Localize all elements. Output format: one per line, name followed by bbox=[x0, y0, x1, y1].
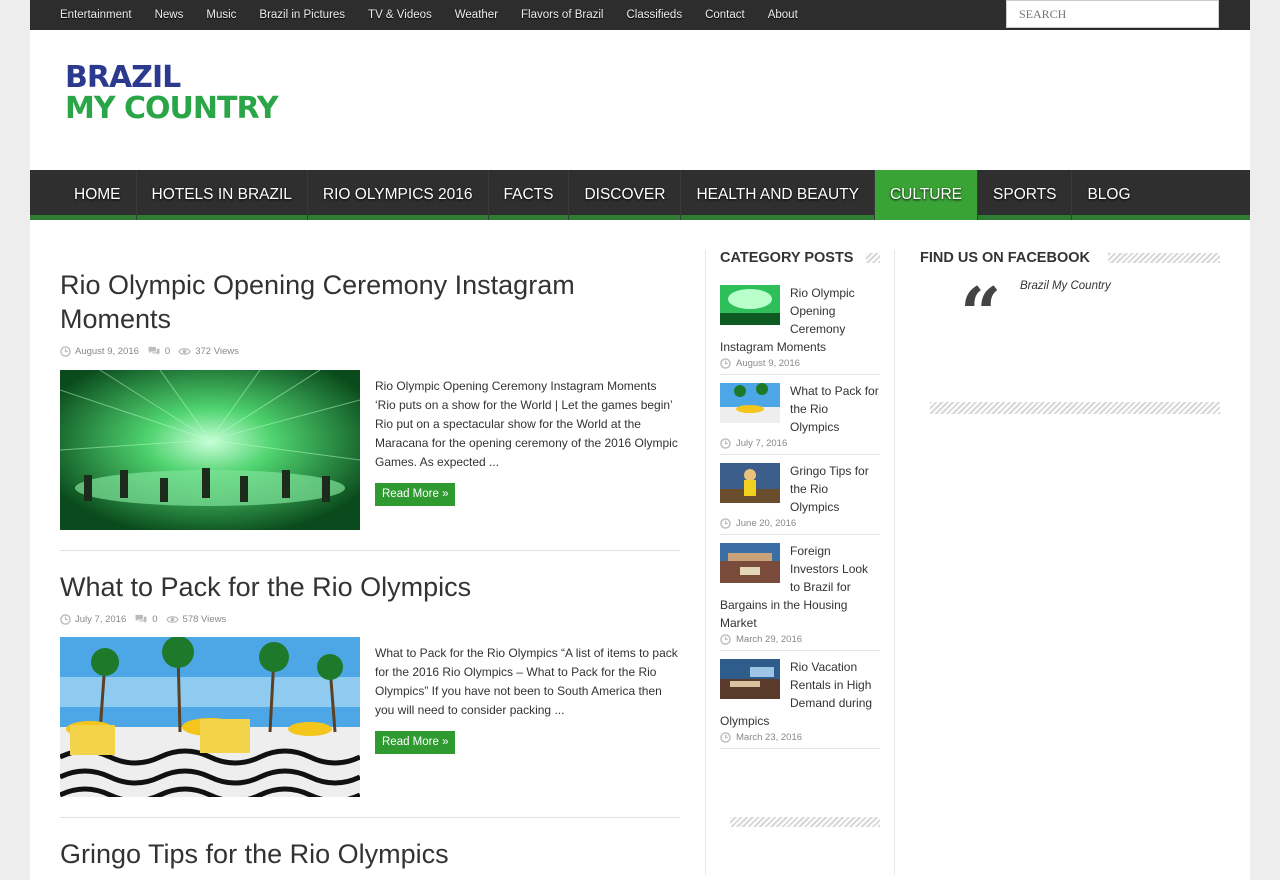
clock-icon bbox=[720, 518, 731, 529]
top-link-weather[interactable]: Weather bbox=[455, 9, 498, 21]
clock-icon bbox=[60, 345, 71, 357]
clock-icon bbox=[720, 438, 731, 449]
post-meta: August 9, 2016 0 372 Views bbox=[60, 344, 680, 358]
title-stripes bbox=[866, 253, 880, 263]
facebook-widget: FIND US ON FACEBOOK “ Brazil My Country bbox=[920, 250, 1220, 414]
nav-item-home[interactable]: HOME bbox=[59, 170, 137, 220]
main-nav: HOME HOTELS IN BRAZIL RIO OLYMPICS 2016 … bbox=[30, 170, 1250, 220]
top-link-classifieds[interactable]: Classifieds bbox=[626, 9, 682, 21]
post-thumbnail-opening-ceremony[interactable] bbox=[60, 370, 360, 530]
nav-item-discover[interactable]: DISCOVER bbox=[569, 170, 682, 220]
post-thumbnail-beach[interactable] bbox=[60, 637, 360, 797]
category-post-date: March 29, 2016 bbox=[720, 634, 880, 645]
top-link-news[interactable]: News bbox=[155, 9, 184, 21]
nav-item-blog[interactable]: BLOG bbox=[1072, 170, 1145, 220]
site-logo[interactable]: BRAZIL MY COUNTRY bbox=[65, 62, 310, 132]
category-post-thumbnail[interactable] bbox=[720, 463, 780, 503]
nav-item-facts[interactable]: FACTS bbox=[489, 170, 570, 220]
eye-icon bbox=[165, 615, 179, 623]
nav-item-rio-olympics-2016[interactable]: RIO OLYMPICS 2016 bbox=[308, 170, 489, 220]
comments-icon bbox=[135, 614, 147, 623]
category-post-thumbnail[interactable] bbox=[720, 285, 780, 325]
category-post-item: Gringo Tips for the Rio Olympics June 20… bbox=[720, 462, 880, 535]
category-post-item: Rio Vacation Rentals in High Demand duri… bbox=[720, 658, 880, 749]
category-post-item: Rio Olympic Opening Ceremony Instagram M… bbox=[720, 284, 880, 375]
top-link-entertainment[interactable]: Entertainment bbox=[60, 9, 132, 21]
nav-item-health-and-beauty[interactable]: HEALTH AND BEAUTY bbox=[681, 170, 875, 220]
category-post-item: Foreign Investors Look to Brazil for Bar… bbox=[720, 542, 880, 651]
logo-line-1: BRAZIL bbox=[65, 60, 181, 95]
clock-icon bbox=[720, 732, 731, 743]
facebook-page-name[interactable]: Brazil My Country bbox=[1020, 280, 1111, 292]
post-meta: July 7, 2016 0 578 Views bbox=[60, 612, 680, 626]
widget-bottom-stripes bbox=[930, 402, 1220, 414]
post-excerpt: What to Pack for the Rio Olympics “A lis… bbox=[375, 646, 678, 717]
quote-icon: “ bbox=[960, 271, 1002, 356]
search-box bbox=[1006, 0, 1219, 28]
post-views: 372 Views bbox=[178, 346, 239, 357]
top-link-flavors-of-brazil[interactable]: Flavors of Brazil bbox=[521, 9, 603, 21]
page: Entertainment News Music Brazil in Pictu… bbox=[30, 0, 1250, 880]
post-comments[interactable]: 0 bbox=[147, 346, 170, 357]
category-posts-widget: CATEGORY POSTS Rio Olympic Opening Cerem… bbox=[705, 250, 895, 875]
post-excerpt: Rio Olympic Opening Ceremony Instagram M… bbox=[375, 379, 678, 469]
top-links: Entertainment News Music Brazil in Pictu… bbox=[60, 0, 821, 30]
nav-item-culture[interactable]: CULTURE bbox=[874, 170, 979, 220]
clock-icon bbox=[60, 613, 71, 625]
post-item: What to Pack for the Rio Olympics July 7… bbox=[60, 570, 680, 626]
post-title[interactable]: Rio Olympic Opening Ceremony Instagram M… bbox=[60, 268, 680, 336]
category-post-thumbnail[interactable] bbox=[720, 659, 780, 699]
read-more-button[interactable]: Read More » bbox=[375, 731, 456, 754]
post-views: 578 Views bbox=[165, 614, 226, 625]
post-comments[interactable]: 0 bbox=[134, 614, 158, 625]
logo-line-2: MY COUNTRY bbox=[65, 91, 279, 126]
clock-icon bbox=[720, 634, 731, 645]
eye-icon bbox=[178, 347, 191, 355]
read-more-button[interactable]: Read More » bbox=[375, 483, 456, 506]
category-post-item: What to Pack for the Rio Olympics July 7… bbox=[720, 382, 880, 455]
post-item: Gringo Tips for the Rio Olympics bbox=[60, 837, 680, 871]
title-stripes bbox=[1108, 253, 1220, 263]
category-post-list: Rio Olympic Opening Ceremony Instagram M… bbox=[720, 284, 880, 756]
category-post-date: August 9, 2016 bbox=[720, 358, 880, 369]
top-link-tv-videos[interactable]: TV & Videos bbox=[368, 9, 432, 21]
post-divider bbox=[60, 817, 680, 818]
post-date: July 7, 2016 bbox=[60, 614, 126, 625]
category-post-date: June 20, 2016 bbox=[720, 518, 880, 529]
widget-title: CATEGORY POSTS bbox=[720, 250, 880, 268]
top-bar: Entertainment News Music Brazil in Pictu… bbox=[30, 0, 1250, 30]
category-post-date: March 23, 2016 bbox=[720, 732, 880, 743]
post-date: August 9, 2016 bbox=[60, 346, 139, 357]
post-title[interactable]: What to Pack for the Rio Olympics bbox=[60, 570, 680, 604]
nav-item-sports[interactable]: SPORTS bbox=[978, 170, 1073, 220]
top-link-brazil-in-pictures[interactable]: Brazil in Pictures bbox=[259, 9, 345, 21]
category-post-thumbnail[interactable] bbox=[720, 543, 780, 583]
top-link-music[interactable]: Music bbox=[206, 9, 236, 21]
post-item: Rio Olympic Opening Ceremony Instagram M… bbox=[60, 268, 680, 358]
post-divider bbox=[60, 550, 680, 551]
widget-bottom-stripes bbox=[730, 817, 880, 827]
search-input[interactable] bbox=[1007, 1, 1218, 27]
category-post-thumbnail[interactable] bbox=[720, 383, 780, 423]
comments-icon bbox=[148, 346, 160, 355]
nav-item-hotels-in-brazil[interactable]: HOTELS IN BRAZIL bbox=[137, 170, 308, 220]
post-title[interactable]: Gringo Tips for the Rio Olympics bbox=[60, 837, 680, 871]
top-link-about[interactable]: About bbox=[768, 9, 798, 21]
widget-title: FIND US ON FACEBOOK bbox=[920, 250, 1220, 268]
top-link-contact[interactable]: Contact bbox=[705, 9, 745, 21]
clock-icon bbox=[720, 358, 731, 369]
category-post-date: July 7, 2016 bbox=[720, 438, 880, 449]
